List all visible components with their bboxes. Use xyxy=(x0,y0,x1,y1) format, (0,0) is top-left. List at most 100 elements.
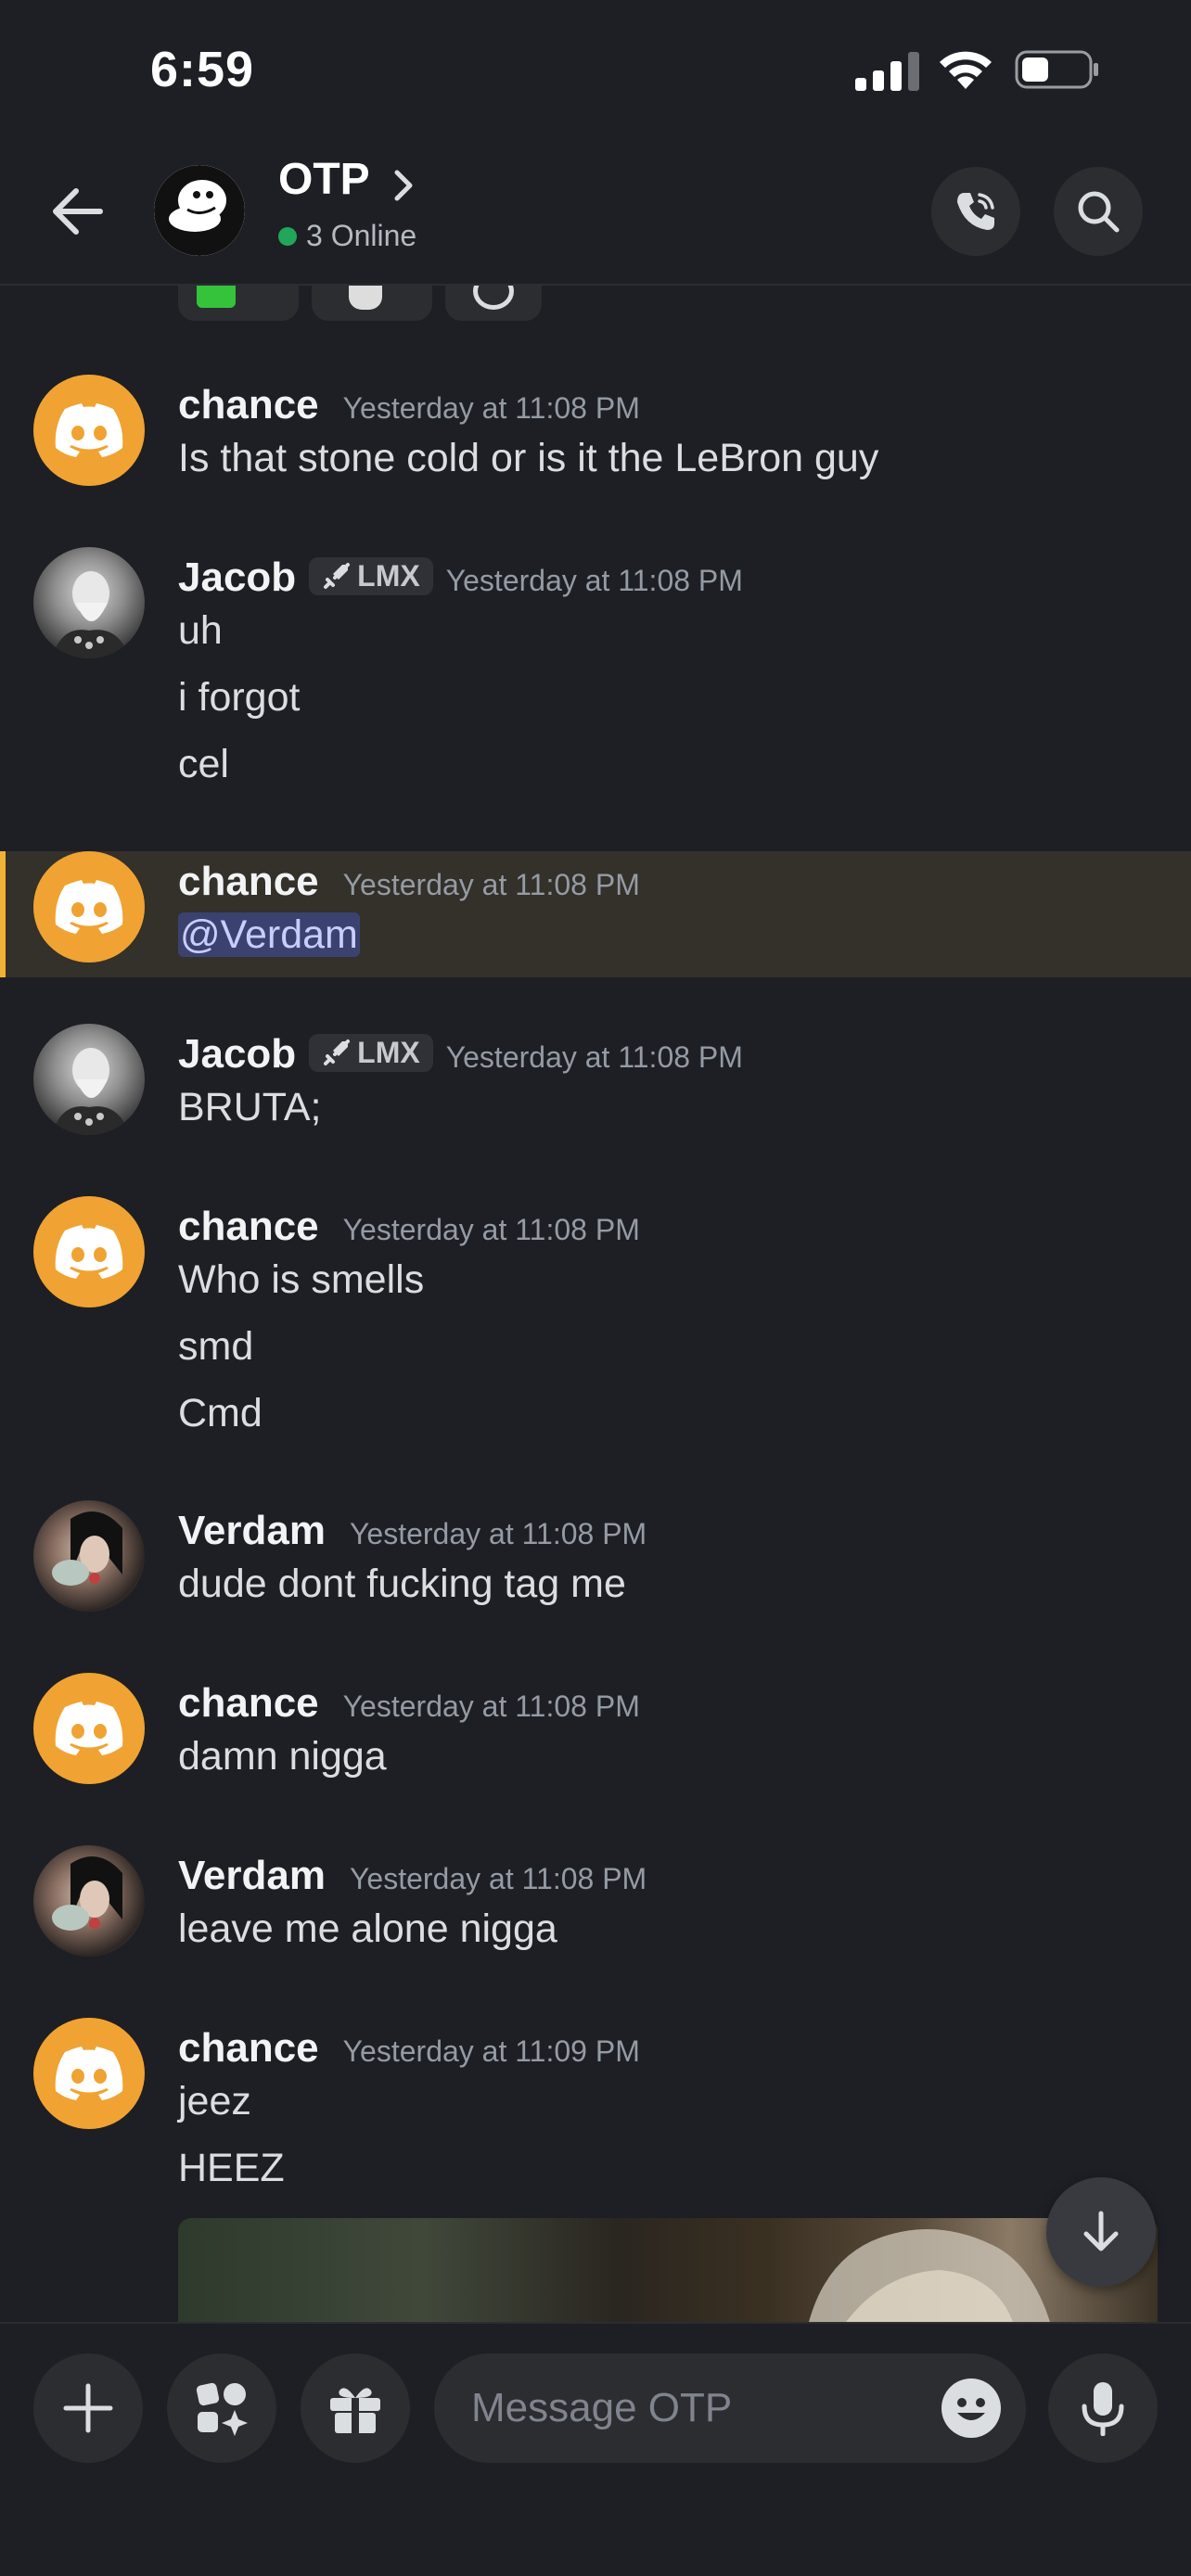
phone-icon xyxy=(957,193,994,230)
server-logo-art xyxy=(154,165,245,256)
username[interactable]: chance xyxy=(178,1204,319,1250)
username[interactable]: Jacob xyxy=(178,555,296,601)
message-text: Is that stone cold or is it the LeBron g… xyxy=(178,436,879,480)
timestamp: Yesterday at 11:08 PM xyxy=(342,1213,640,1246)
username[interactable]: Verdam xyxy=(178,1508,326,1554)
avatar[interactable] xyxy=(33,375,145,486)
cellular-signal-icon xyxy=(855,52,919,91)
username[interactable]: Jacob xyxy=(178,1031,296,1078)
message-meta: Jacob LMX Yesterday at 11:08 PM xyxy=(178,1031,743,1078)
avatar-art xyxy=(52,1048,130,1135)
clan-tag[interactable]: LMX xyxy=(309,556,433,595)
message-text: @Verdam xyxy=(178,912,360,958)
apps-button[interactable] xyxy=(167,2353,276,2463)
message-meta: chance Yesterday at 11:08 PM xyxy=(178,859,640,905)
username[interactable]: chance xyxy=(178,382,319,428)
timestamp: Yesterday at 11:08 PM xyxy=(342,391,640,425)
avatar[interactable] xyxy=(33,2018,145,2129)
apps-icon xyxy=(196,2382,248,2436)
username[interactable]: chance xyxy=(178,1680,319,1727)
message-text: HEEZ xyxy=(178,2146,285,2190)
user-mention[interactable]: @Verdam xyxy=(178,912,360,957)
timestamp: Yesterday at 11:09 PM xyxy=(342,2034,640,2068)
sword-icon xyxy=(324,563,351,589)
avatar-art xyxy=(52,1856,122,1931)
online-dot xyxy=(278,226,297,246)
message-text: BRUTA; xyxy=(178,1085,322,1129)
clan-tag[interactable]: LMX xyxy=(309,1033,433,1072)
username[interactable]: Verdam xyxy=(178,1853,326,1899)
message-input-wrapper xyxy=(434,2353,1026,2463)
add-reaction-icon xyxy=(473,286,514,310)
status-bar: 6:59 xyxy=(0,0,1191,139)
clan-tag-label: LMX xyxy=(357,1035,420,1069)
embed-image-art xyxy=(809,2229,1050,2322)
avatar[interactable] xyxy=(33,1673,145,1784)
voice-call-button[interactable] xyxy=(931,167,1020,256)
discord-logo-icon xyxy=(55,403,123,457)
status-time: 6:59 xyxy=(150,42,255,97)
avatar[interactable] xyxy=(33,1196,145,1307)
message-meta: Verdam Yesterday at 11:08 PM xyxy=(178,1853,647,1899)
online-status: 3 Online xyxy=(278,219,416,253)
message-text: jeez xyxy=(178,2079,251,2123)
message-text: uh xyxy=(178,608,223,653)
message-meta: chance Yesterday at 11:08 PM xyxy=(178,1204,640,1250)
message-composer xyxy=(0,2322,1191,2576)
gift-icon xyxy=(330,2388,380,2433)
server-logo[interactable] xyxy=(154,165,245,256)
avatar[interactable] xyxy=(33,547,145,658)
chevron-right-icon[interactable] xyxy=(388,167,419,204)
emoji-icon[interactable] xyxy=(941,2378,1002,2439)
reaction-chip[interactable] xyxy=(178,286,299,321)
gift-button[interactable] xyxy=(301,2353,410,2463)
username[interactable]: chance xyxy=(178,2025,319,2072)
online-count: 3 Online xyxy=(306,219,417,252)
message-meta: chance Yesterday at 11:08 PM xyxy=(178,1680,640,1727)
skull-emoji-icon xyxy=(349,286,382,310)
avatar[interactable] xyxy=(33,1024,145,1135)
timestamp: Yesterday at 11:08 PM xyxy=(349,1517,647,1550)
discord-logo-icon xyxy=(55,1702,123,1755)
message-text: smd xyxy=(178,1324,254,1369)
timestamp: Yesterday at 11:08 PM xyxy=(445,564,743,597)
message-meta: chance Yesterday at 11:08 PM xyxy=(178,382,640,428)
jump-to-bottom-button[interactable] xyxy=(1046,2177,1156,2287)
sword-icon xyxy=(324,1039,351,1065)
avatar[interactable] xyxy=(33,1845,145,1957)
message-input[interactable] xyxy=(471,2353,935,2463)
avatar-art xyxy=(52,571,130,658)
avatar[interactable] xyxy=(33,851,145,963)
message-text: cel xyxy=(178,742,229,786)
message-text: Cmd xyxy=(178,1391,263,1435)
add-reaction-chip[interactable] xyxy=(445,286,542,321)
timestamp: Yesterday at 11:08 PM xyxy=(342,868,640,901)
message-text: i forgot xyxy=(178,675,301,720)
battery-icon xyxy=(1015,50,1098,89)
clan-tag-label: LMX xyxy=(357,558,420,593)
message-text: Who is smells xyxy=(178,1257,425,1302)
message-text: dude dont fucking tag me xyxy=(178,1562,626,1606)
discord-logo-icon xyxy=(55,880,123,934)
plus-icon xyxy=(63,2383,113,2433)
media-embed[interactable] xyxy=(178,2218,1158,2322)
attach-button[interactable] xyxy=(33,2353,143,2463)
channel-name[interactable]: OTP xyxy=(278,154,370,205)
reactions-row-partial xyxy=(178,286,542,321)
channel-header: OTP 3 Online xyxy=(0,139,1191,286)
username[interactable]: chance xyxy=(178,859,319,905)
avatar-art xyxy=(52,1511,122,1586)
discord-logo-icon xyxy=(55,2047,123,2100)
message-meta: Jacob LMX Yesterday at 11:08 PM xyxy=(178,555,743,601)
avatar[interactable] xyxy=(33,1500,145,1612)
green-check-emoji-icon xyxy=(197,286,236,308)
microphone-icon xyxy=(1082,2382,1124,2436)
discord-logo-icon xyxy=(55,1225,123,1279)
back-arrow-icon[interactable] xyxy=(45,178,111,245)
voice-message-button[interactable] xyxy=(1048,2353,1158,2463)
reaction-chip[interactable] xyxy=(312,286,432,321)
message-text: damn nigga xyxy=(178,1734,387,1779)
timestamp: Yesterday at 11:08 PM xyxy=(349,1862,647,1895)
wifi-icon xyxy=(940,51,992,89)
search-button[interactable] xyxy=(1054,167,1143,256)
